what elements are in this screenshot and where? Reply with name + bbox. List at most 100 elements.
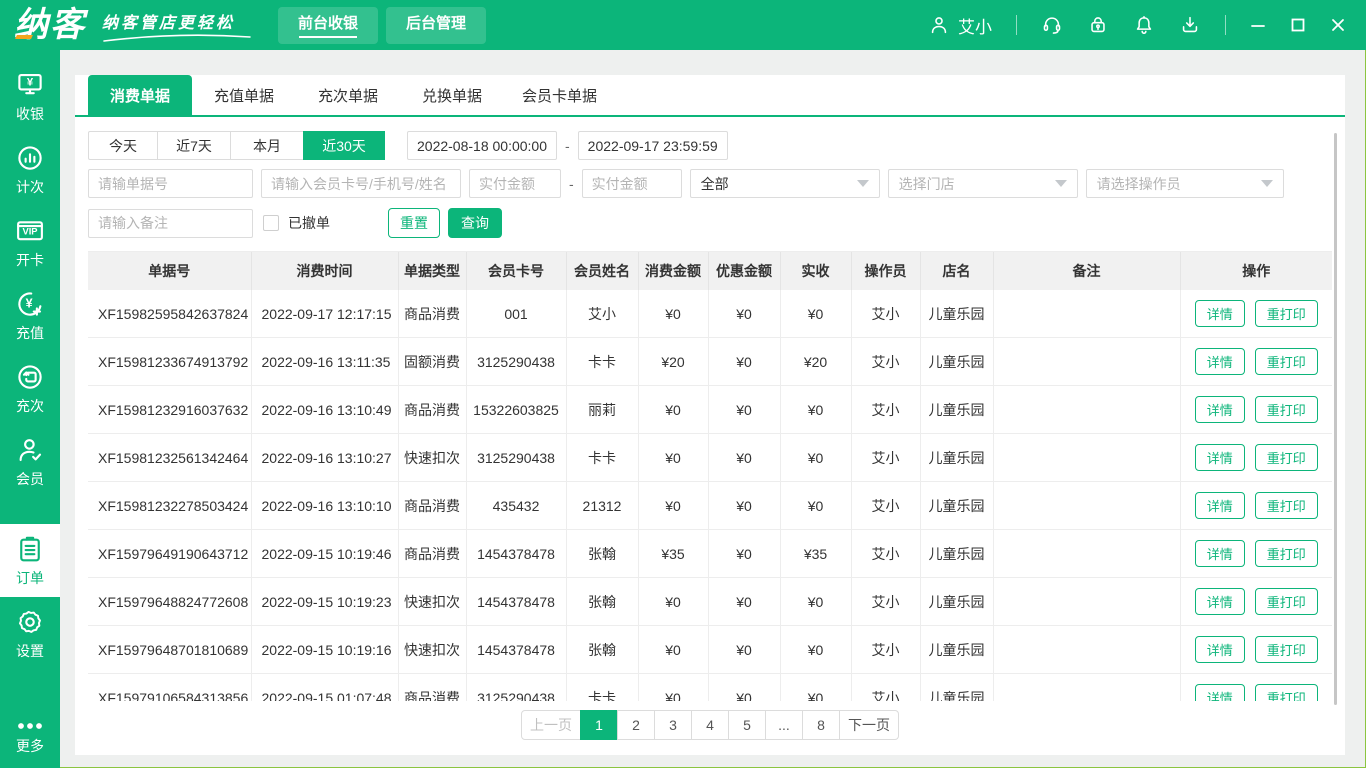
more-icon <box>15 720 45 732</box>
cell-consume-time: 2022-09-16 13:10:49 <box>251 386 398 434</box>
store-select[interactable]: 选择门店 <box>888 169 1078 198</box>
cell-consume-amount: ¥35 <box>638 530 708 578</box>
range-30days-button[interactable]: 近30天 <box>303 131 385 160</box>
col-order-type: 单据类型 <box>398 252 466 290</box>
reprint-button[interactable]: 重打印 <box>1255 348 1318 375</box>
date-from-input[interactable] <box>407 131 557 160</box>
user-menu[interactable]: 艾小 <box>928 13 992 38</box>
cell-received: ¥35 <box>780 530 851 578</box>
tab-exchange-orders[interactable]: 兑换单据 <box>400 75 504 115</box>
cell-order-type: 商品消费 <box>398 386 466 434</box>
filter-row-actions: 已撤单 重置 查询 <box>88 208 1332 238</box>
type-select[interactable]: 全部 <box>690 169 880 198</box>
remark-input[interactable] <box>88 209 253 238</box>
sidebar-item-recharge-times[interactable]: 充次 <box>0 352 60 425</box>
sidebar-item-settings[interactable]: 设置 <box>0 597 60 670</box>
detail-button[interactable]: 详情 <box>1195 588 1245 615</box>
cell-received: ¥0 <box>780 386 851 434</box>
reprint-button[interactable]: 重打印 <box>1255 444 1318 471</box>
reprint-button[interactable]: 重打印 <box>1255 300 1318 327</box>
sidebar-item-label: 设置 <box>16 641 44 661</box>
cell-card-no: 1454378478 <box>466 578 566 626</box>
page-4-button[interactable]: 4 <box>691 710 729 740</box>
cell-consume-time: 2022-09-16 13:10:10 <box>251 482 398 530</box>
range-today-button[interactable]: 今天 <box>88 131 158 160</box>
sidebar-nav: ¥ 收银 计次 VIP 开卡 ¥ 充值 充次 会员 订单 设 <box>0 50 60 768</box>
detail-button[interactable]: 详情 <box>1195 684 1245 701</box>
range-month-button[interactable]: 本月 <box>230 131 304 160</box>
tab-front-cashier[interactable]: 前台收银 <box>278 7 378 44</box>
cell-received: ¥0 <box>780 482 851 530</box>
reprint-button[interactable]: 重打印 <box>1255 684 1318 701</box>
page-1-button[interactable]: 1 <box>580 710 618 740</box>
lock-icon[interactable] <box>1087 14 1109 36</box>
download-icon[interactable] <box>1179 14 1201 36</box>
table-row: XF15979106584313856 2022-09-15 01:07:48 … <box>88 674 1332 702</box>
sidebar-item-counting[interactable]: 计次 <box>0 133 60 206</box>
next-page-button[interactable]: 下一页 <box>839 710 899 740</box>
page-3-button[interactable]: 3 <box>654 710 692 740</box>
detail-button[interactable]: 详情 <box>1195 300 1245 327</box>
cell-discount-amount: ¥0 <box>708 626 780 674</box>
page-ellipsis[interactable]: ... <box>765 710 803 740</box>
cell-actions: 详情 重打印 <box>1180 530 1332 578</box>
sidebar-item-recharge[interactable]: ¥ 充值 <box>0 279 60 352</box>
sidebar-item-more[interactable]: 更多 <box>0 708 60 768</box>
detail-button[interactable]: 详情 <box>1195 444 1245 471</box>
page-5-button[interactable]: 5 <box>728 710 766 740</box>
table-row: XF15981232916037632 2022-09-16 13:10:49 … <box>88 386 1332 434</box>
range-7days-button[interactable]: 近7天 <box>157 131 231 160</box>
cell-card-no: 435432 <box>466 482 566 530</box>
bell-icon[interactable] <box>1133 14 1155 36</box>
close-icon[interactable] <box>1330 17 1346 33</box>
tab-consume-orders[interactable]: 消费单据 <box>88 75 192 115</box>
headset-icon[interactable] <box>1041 14 1063 36</box>
detail-button[interactable]: 详情 <box>1195 492 1245 519</box>
sidebar-item-open-card[interactable]: VIP 开卡 <box>0 206 60 279</box>
sidebar-item-members[interactable]: 会员 <box>0 425 60 498</box>
tab-recharge-orders[interactable]: 充值单据 <box>192 75 296 115</box>
cell-order-no: XF15979106584313856 <box>88 674 251 702</box>
page-2-button[interactable]: 2 <box>617 710 655 740</box>
reprint-button[interactable]: 重打印 <box>1255 492 1318 519</box>
reprint-button[interactable]: 重打印 <box>1255 588 1318 615</box>
cell-actions: 详情 重打印 <box>1180 482 1332 530</box>
cell-actions: 详情 重打印 <box>1180 434 1332 482</box>
cell-consume-time: 2022-09-15 01:07:48 <box>251 674 398 702</box>
col-order-no: 单据号 <box>88 252 251 290</box>
cell-remark <box>993 290 1180 338</box>
sidebar-item-cashier[interactable]: ¥ 收银 <box>0 60 60 133</box>
sidebar-item-orders[interactable]: 订单 <box>0 524 60 597</box>
prev-page-button[interactable]: 上一页 <box>521 710 581 740</box>
operator-select[interactable]: 请选择操作员 <box>1086 169 1284 198</box>
detail-button[interactable]: 详情 <box>1195 396 1245 423</box>
minimize-icon[interactable] <box>1250 17 1266 33</box>
tab-backend-admin[interactable]: 后台管理 <box>386 7 486 44</box>
search-button[interactable]: 查询 <box>448 208 502 238</box>
tab-member-card-orders[interactable]: 会员卡单据 <box>504 75 615 115</box>
order-no-input[interactable] <box>88 169 253 198</box>
vertical-scrollbar[interactable] <box>1334 133 1337 705</box>
reprint-button[interactable]: 重打印 <box>1255 396 1318 423</box>
reprint-button[interactable]: 重打印 <box>1255 636 1318 663</box>
cell-store: 儿童乐园 <box>920 386 993 434</box>
orders-table: 单据号 消费时间 单据类型 会员卡号 会员姓名 消费金额 优惠金额 实收 操作员… <box>88 252 1332 701</box>
top-bar: 纳客 纳客管店更轻松 前台收银 后台管理 艾小 <box>0 0 1366 50</box>
amount-max-input[interactable] <box>582 169 682 198</box>
col-consume-time: 消费时间 <box>251 252 398 290</box>
amount-min-input[interactable] <box>469 169 561 198</box>
page-8-button[interactable]: 8 <box>802 710 840 740</box>
cancelled-checkbox[interactable] <box>263 215 279 231</box>
date-to-input[interactable] <box>578 131 728 160</box>
detail-button[interactable]: 详情 <box>1195 540 1245 567</box>
reset-button[interactable]: 重置 <box>388 208 440 238</box>
maximize-icon[interactable] <box>1290 17 1306 33</box>
tab-recharge-times-orders[interactable]: 充次单据 <box>296 75 400 115</box>
detail-button[interactable]: 详情 <box>1195 348 1245 375</box>
member-search-input[interactable] <box>261 169 461 198</box>
cell-remark <box>993 434 1180 482</box>
reprint-button[interactable]: 重打印 <box>1255 540 1318 567</box>
detail-button[interactable]: 详情 <box>1195 636 1245 663</box>
divider <box>1225 15 1226 35</box>
col-discount-amount: 优惠金额 <box>708 252 780 290</box>
